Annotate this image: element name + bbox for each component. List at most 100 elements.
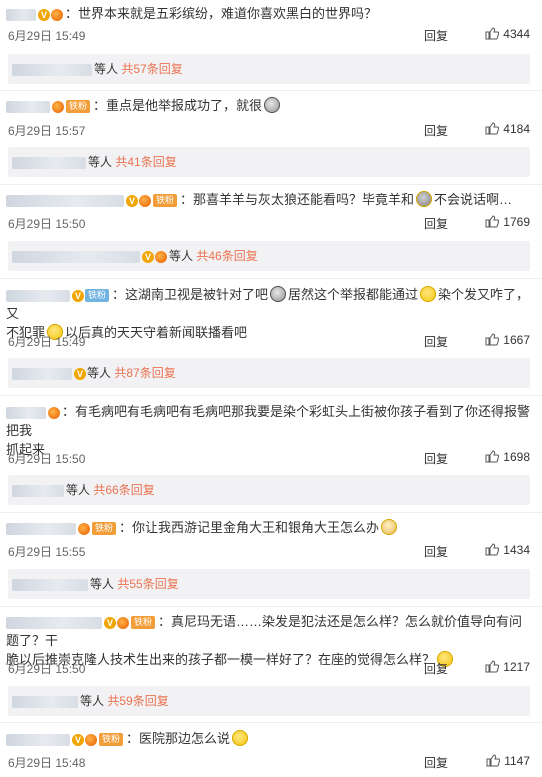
comment-time: 6月29日 15:49 <box>8 335 86 349</box>
v-badge-icon: V <box>72 733 84 746</box>
comment-text: 铁粉 ：你让我西游记里金角大王和银角大王怎么办 <box>6 518 530 537</box>
fan-badge: 铁粉 <box>92 522 117 536</box>
username-blurred <box>12 367 72 380</box>
username-blurred[interactable] <box>6 733 70 746</box>
like-count: 1667 <box>503 333 530 347</box>
reply-summary[interactable]: 等人 共59条回复 <box>8 686 530 716</box>
username-blurred[interactable] <box>6 194 124 207</box>
comment-body: ：重点是他举报成功了，就很 <box>93 98 263 113</box>
like-button[interactable]: 4184 <box>485 122 530 136</box>
more-replies-link[interactable]: 共87条回复 <box>114 366 175 380</box>
reply-button[interactable]: 回复 <box>424 543 448 560</box>
more-replies-link[interactable]: 共57条回复 <box>121 62 182 76</box>
emoji-icon <box>264 97 281 113</box>
divider <box>0 395 542 396</box>
comment-body-cont: 居然这个举报都能通过 <box>288 287 419 302</box>
like-button[interactable]: 1434 <box>485 543 530 557</box>
username-blurred[interactable] <box>6 406 46 419</box>
fan-icon <box>117 616 129 629</box>
v-badge-icon: V <box>104 616 116 629</box>
reply-button[interactable]: 回复 <box>424 333 448 350</box>
like-button[interactable]: 1667 <box>485 333 530 347</box>
username-blurred <box>12 484 64 497</box>
comment-body-cont: 以后真的天天守着新闻联播看吧 <box>65 325 248 340</box>
like-button[interactable]: 4344 <box>485 27 530 41</box>
divider <box>0 90 542 91</box>
username-blurred[interactable] <box>6 289 70 302</box>
like-button[interactable]: 1147 <box>486 754 530 768</box>
v-badge-icon: V <box>72 289 84 302</box>
reply-users-label: 等人 <box>90 577 115 591</box>
thumbs-up-icon <box>485 215 500 228</box>
reply-users-label: 等人 <box>169 249 194 263</box>
more-replies-link[interactable]: 共66条回复 <box>93 483 154 497</box>
comment-body-cont: 不会说话啊… <box>434 192 513 207</box>
thumbs-up-icon <box>485 543 500 556</box>
thumbs-up-icon <box>485 333 500 346</box>
comment-body: ：世界本来就是五彩缤纷，难道你喜欢黑白的世界吗？ <box>65 6 378 21</box>
like-count: 1698 <box>503 450 530 464</box>
username-blurred[interactable] <box>6 8 36 21</box>
reply-summary[interactable]: 等人 共57条回复 <box>8 54 530 84</box>
comment-body: ：医院那边怎么说 <box>126 731 231 746</box>
comment-body: ：有毛病吧有毛病吧有毛病吧那我要是染个彩虹头上街被你孩子看到了你还得报警把我 <box>6 404 531 438</box>
fan-badge: 铁粉 <box>131 616 156 630</box>
like-button[interactable]: 1698 <box>485 450 530 464</box>
comment-time: 6月29日 15:48 <box>8 756 86 770</box>
like-count: 4184 <box>503 122 530 136</box>
reply-summary[interactable]: V 等人 共87条回复 <box>8 358 530 388</box>
fan-icon <box>78 522 90 535</box>
more-replies-link[interactable]: 共59条回复 <box>107 694 168 708</box>
more-replies-link[interactable]: 共55条回复 <box>117 577 178 591</box>
emoji-icon <box>232 730 249 746</box>
comment-text: 铁粉 ：重点是他举报成功了，就很 <box>6 96 530 115</box>
reply-summary[interactable]: 等人 共41条回复 <box>8 147 530 177</box>
reply-users-label: 等人 <box>66 483 91 497</box>
comment-text: V ：世界本来就是五彩缤纷，难道你喜欢黑白的世界吗？ <box>6 4 530 23</box>
divider <box>0 184 542 185</box>
reply-summary[interactable]: V 等人 共46条回复 <box>8 241 530 271</box>
reply-users-label: 等人 <box>94 62 119 76</box>
comment-time: 6月29日 15:50 <box>8 452 86 466</box>
comment-time: 6月29日 15:49 <box>8 29 86 43</box>
username-blurred <box>12 578 88 591</box>
thumbs-up-icon <box>485 122 500 135</box>
like-count: 1147 <box>504 754 530 768</box>
username-blurred[interactable] <box>6 100 50 113</box>
thumbs-up-icon <box>485 450 500 463</box>
comment-body: ：你让我西游记里金角大王和银角大王怎么办 <box>119 520 380 535</box>
reply-users-label: 等人 <box>88 155 113 169</box>
comment-time: 6月29日 15:57 <box>8 124 86 138</box>
fan-icon <box>85 733 97 746</box>
like-count: 1769 <box>503 215 530 229</box>
reply-button[interactable]: 回复 <box>424 215 448 232</box>
reply-button[interactable]: 回复 <box>424 754 448 771</box>
username-blurred <box>12 63 92 76</box>
comment-time: 6月29日 15:50 <box>8 217 86 231</box>
reply-summary[interactable]: 等人 共55条回复 <box>8 569 530 599</box>
v-badge-icon: V <box>126 194 138 207</box>
reply-button[interactable]: 回复 <box>424 122 448 139</box>
more-replies-link[interactable]: 共41条回复 <box>115 155 176 169</box>
reply-button[interactable]: 回复 <box>424 27 448 44</box>
reply-button[interactable]: 回复 <box>424 450 448 467</box>
fan-badge: 铁粉 <box>85 289 110 303</box>
v-badge-icon: V <box>74 367 86 380</box>
like-button[interactable]: 1769 <box>485 215 530 229</box>
fan-icon <box>155 250 167 263</box>
comment-text: V 铁粉 ：医院那边怎么说 <box>6 729 530 748</box>
reply-users-label: 等人 <box>80 694 105 708</box>
v-badge-icon: V <box>142 250 154 263</box>
username-blurred[interactable] <box>6 522 76 535</box>
more-replies-link[interactable]: 共46条回复 <box>196 249 257 263</box>
divider <box>0 606 542 607</box>
like-button[interactable]: 1217 <box>485 660 530 674</box>
cat-emoji-icon <box>381 519 398 535</box>
thumbs-up-icon <box>485 660 500 673</box>
reply-button[interactable]: 回复 <box>424 660 448 677</box>
like-count: 1217 <box>503 660 530 674</box>
reply-summary[interactable]: 等人 共66条回复 <box>8 475 530 505</box>
emoji-icon <box>270 286 287 302</box>
divider <box>0 512 542 513</box>
username-blurred[interactable] <box>6 616 102 629</box>
